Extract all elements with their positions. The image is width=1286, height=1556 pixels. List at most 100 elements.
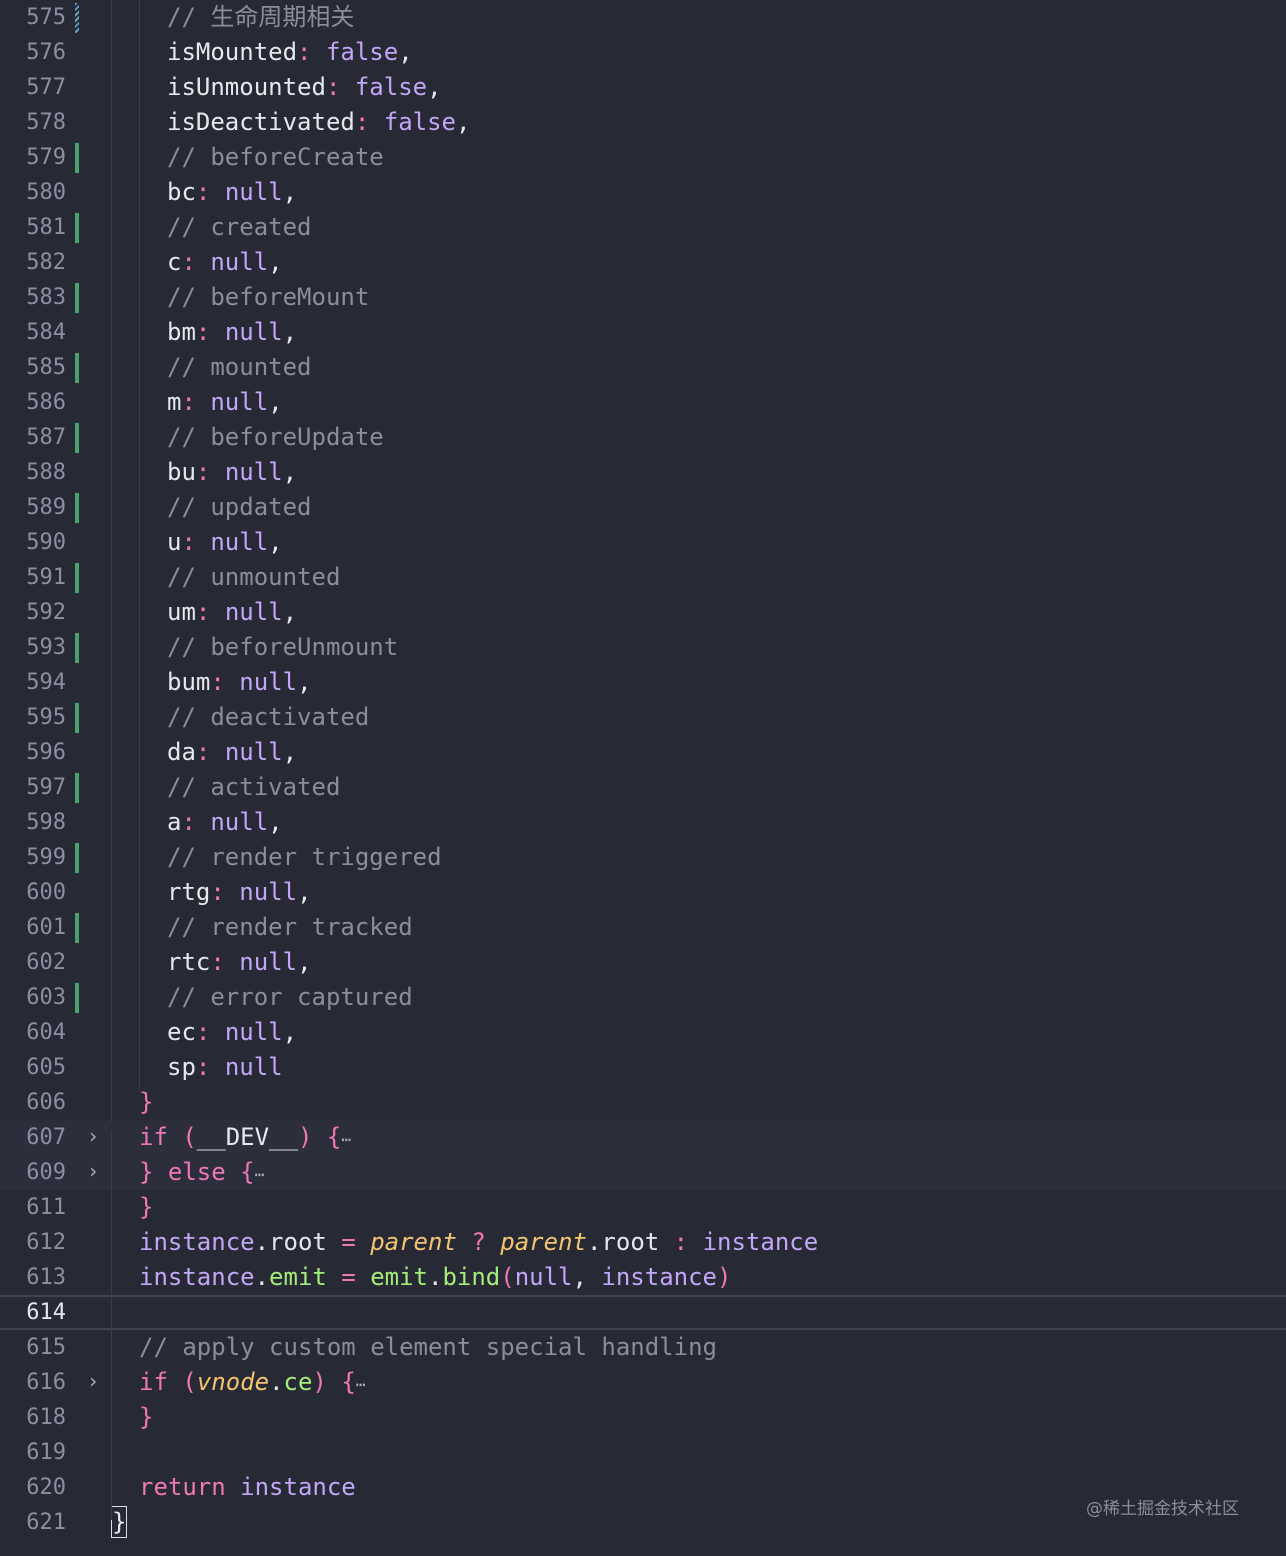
code-line[interactable]: 611} [0, 1190, 1286, 1225]
code-line[interactable]: 605 sp: null [0, 1050, 1286, 1085]
gutter-added-marker[interactable] [75, 563, 79, 593]
comment-token: // activated [167, 773, 341, 801]
code-token: = [326, 1263, 371, 1291]
code-line[interactable]: 586 m: null, [0, 385, 1286, 420]
code-token: isMounted [167, 38, 298, 66]
code-line[interactable]: 619 [0, 1435, 1286, 1470]
code-line[interactable]: 580 bc: null, [0, 175, 1286, 210]
code-token: null [210, 808, 269, 836]
code-token: : [195, 598, 225, 626]
gutter-added-marker[interactable] [75, 983, 79, 1013]
code-line[interactable]: 578 isDeactivated: false, [0, 105, 1286, 140]
code-line[interactable]: 618} [0, 1400, 1286, 1435]
code-line[interactable]: 596 da: null, [0, 735, 1286, 770]
line-number: 618 [26, 1405, 66, 1430]
gutter-added-marker[interactable] [75, 213, 79, 243]
chevron-right-icon[interactable]: › [84, 1155, 102, 1190]
code-text: m: null, [111, 385, 283, 420]
code-line[interactable]: 599 // render triggered [0, 840, 1286, 875]
gutter-added-marker[interactable] [75, 913, 79, 943]
code-text: if (__DEV__) {⋯ [111, 1120, 351, 1155]
code-text: bum: null, [111, 665, 312, 700]
code-text: rtg: null, [111, 875, 312, 910]
ellipsis-icon: ⋯ [341, 1130, 351, 1149]
gutter-added-marker[interactable] [75, 423, 79, 453]
gutter-added-marker[interactable] [75, 633, 79, 663]
line-number: 616 [26, 1370, 66, 1395]
line-number: 600 [26, 880, 66, 905]
line-number: 607 [26, 1125, 66, 1150]
gutter-added-marker[interactable] [75, 353, 79, 383]
code-line[interactable]: 600 rtg: null, [0, 875, 1286, 910]
code-token: null [224, 318, 283, 346]
comment-token: // beforeUpdate [167, 423, 384, 451]
code-line[interactable]: 597 // activated [0, 770, 1286, 805]
code-token: . [269, 1368, 284, 1396]
code-token: , [282, 458, 298, 486]
code-text: // beforeCreate [111, 140, 384, 175]
code-line[interactable]: 579 // beforeCreate [0, 140, 1286, 175]
code-line[interactable]: 609 ›} else {⋯ [0, 1155, 1286, 1190]
code-line[interactable]: 592 um: null, [0, 595, 1286, 630]
gutter-added-marker[interactable] [75, 493, 79, 523]
code-line[interactable]: 575 // 生命周期相关 [0, 0, 1286, 35]
code-token: null [210, 528, 269, 556]
gutter-added-marker[interactable] [75, 773, 79, 803]
code-line[interactable]: 607 › if (__DEV__) {⋯ [0, 1120, 1286, 1155]
code-line[interactable]: 616 › if (vnode.ce) {⋯ [0, 1365, 1286, 1400]
code-line[interactable]: 577 isUnmounted: false, [0, 70, 1286, 105]
code-line[interactable]: 582 c: null, [0, 245, 1286, 280]
code-line[interactable]: 588 bu: null, [0, 455, 1286, 490]
code-line[interactable]: 583 // beforeMount [0, 280, 1286, 315]
line-number: 583 [26, 285, 66, 310]
code-token: m [167, 388, 182, 416]
code-token: ) { [312, 1368, 356, 1396]
comment-token: // render tracked [167, 913, 413, 941]
code-line[interactable]: 612 instance.root = parent ? parent.root … [0, 1225, 1286, 1260]
line-number: 615 [26, 1335, 66, 1360]
line-number: 580 [26, 180, 66, 205]
chevron-right-icon[interactable]: › [84, 1120, 102, 1155]
code-line[interactable]: 576 isMounted: false, [0, 35, 1286, 70]
gutter-added-marker[interactable] [75, 143, 79, 173]
code-line[interactable]: 585 // mounted [0, 350, 1286, 385]
line-number: 604 [26, 1020, 66, 1045]
comment-token: // beforeCreate [167, 143, 384, 171]
code-line[interactable]: 604 ec: null, [0, 1015, 1286, 1050]
code-line[interactable]: 602 rtc: null, [0, 945, 1286, 980]
gutter-added-marker[interactable] [75, 703, 79, 733]
code-line[interactable]: 584 bm: null, [0, 315, 1286, 350]
code-line[interactable]: 613 instance.emit = emit.bind(null, insta… [0, 1260, 1286, 1295]
code-token: . [254, 1228, 270, 1256]
line-number: 582 [26, 250, 66, 275]
code-line[interactable]: 614 [0, 1295, 1286, 1330]
line-number: 592 [26, 600, 66, 625]
code-editor[interactable]: 575 // 生命周期相关 576 isMounted: false, 577 isUnm… [0, 0, 1286, 1556]
code-line[interactable]: 587 // beforeUpdate [0, 420, 1286, 455]
code-line[interactable]: 598 a: null, [0, 805, 1286, 840]
code-line[interactable]: 603 // error captured [0, 980, 1286, 1015]
code-line[interactable]: 581 // created [0, 210, 1286, 245]
code-token: : [210, 668, 240, 696]
gutter-added-marker[interactable] [75, 843, 79, 873]
code-line[interactable]: 589 // updated [0, 490, 1286, 525]
code-line[interactable]: 615 // apply custom element special handl… [0, 1330, 1286, 1365]
code-line[interactable]: 606} [0, 1085, 1286, 1120]
code-line[interactable]: 593 // beforeUnmount [0, 630, 1286, 665]
code-text: instance.root = parent ? parent.root : i… [111, 1225, 818, 1260]
code-line[interactable]: 591 // unmounted [0, 560, 1286, 595]
gutter-added-marker[interactable] [75, 283, 79, 313]
code-token: emit [269, 1263, 327, 1291]
code-token: root [601, 1228, 660, 1256]
chevron-right-icon[interactable]: › [84, 1365, 102, 1400]
code-token: , [268, 528, 283, 556]
code-token: null [224, 1053, 283, 1081]
gutter-modified-marker[interactable] [75, 3, 79, 33]
code-text: isMounted: false, [111, 35, 413, 70]
code-text: c: null, [111, 245, 283, 280]
code-line[interactable]: 601 // render tracked [0, 910, 1286, 945]
code-line[interactable]: 594 bum: null, [0, 665, 1286, 700]
code-token: null [210, 388, 269, 416]
code-line[interactable]: 595 // deactivated [0, 700, 1286, 735]
code-line[interactable]: 590 u: null, [0, 525, 1286, 560]
